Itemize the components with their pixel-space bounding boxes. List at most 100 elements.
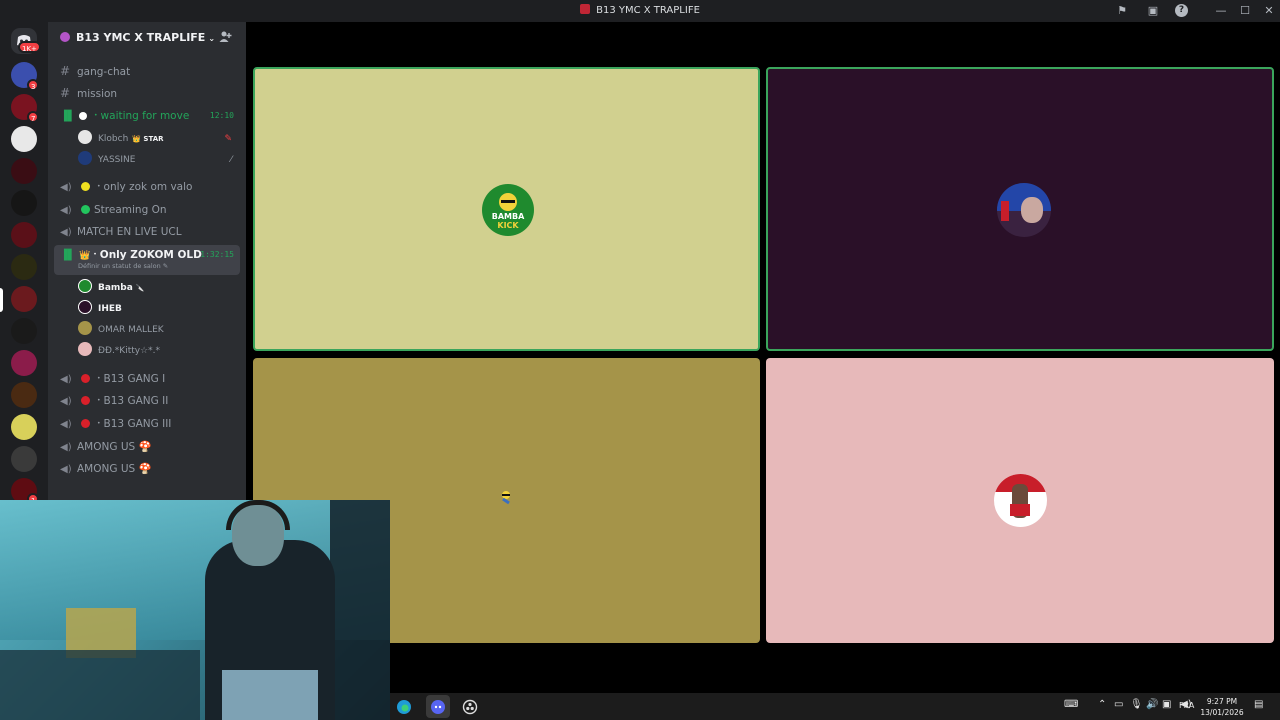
participant-avatar [994,474,1047,527]
voice-channel-gang2[interactable]: ◀) • B13 GANG II [54,391,240,411]
voice-channel-match[interactable]: ◀) MATCH EN LIVE UCL [54,222,240,242]
server-icon-11[interactable] [11,414,37,440]
status-dot [79,112,87,120]
voice-active-icon: ▐▌ [60,250,76,261]
clock-time: 9:27 PM [1206,697,1238,706]
voice-channel-zokom-selected[interactable]: ▐▌ 👑 • Only ZOKOM OLD 1:32:15 Définir un st… [54,245,240,275]
voice-channel-valo[interactable]: ◀) • only zok om valo [54,177,240,197]
voice-member[interactable]: ÐÐ.*Kitty☆*.* [78,341,238,361]
voice-channel-among1[interactable]: ◀) AMONG US 🍄 [54,437,240,457]
svg-text:KICK: KICK [497,221,519,230]
server-icon-12[interactable] [11,446,37,472]
status-dot [81,396,90,405]
selected-server-indicator [0,288,3,312]
voice-member[interactable]: Bamba 🔪 [78,278,238,298]
volume-icon[interactable]: 🔊 [1146,699,1158,710]
server-header[interactable]: B13 YMC X TRAPLIFE ⌄ [48,22,246,52]
screen-icon[interactable]: ▣ [1162,699,1171,710]
flag-icon[interactable]: ⚑ [1114,3,1130,19]
deafened-icon: ✎ [224,134,232,144]
video-tile-1[interactable]: BAMBA KICK [253,67,760,351]
participant-avatar: BAMBA KICK [482,184,534,236]
separator-dot: • [94,112,98,119]
voice-channel-among2[interactable]: ◀) AMONG US 🍄 [54,459,240,479]
server-icon-8[interactable] [11,318,37,344]
server-icon-current[interactable] [11,286,37,312]
clock[interactable]: 9:27 PM 13/01/2026 [1200,696,1244,718]
voice-member[interactable]: YASSINE ⁄ [78,150,238,170]
avatar [78,151,92,165]
server-icon [580,4,591,14]
edge-icon[interactable] [392,695,416,718]
avatar [78,300,92,314]
status-dot [81,182,90,191]
chevron-down-icon: ⌄ [208,34,216,43]
clock-date: 13/01/2026 [1200,708,1244,717]
maximize-icon[interactable]: ☐ [1237,3,1253,19]
avatar [78,321,92,335]
speaker-icon: ◀) [60,182,72,193]
voice-active-icon: ▐▌ [60,111,76,122]
video-tile-4[interactable] [766,358,1274,643]
participant-avatar [497,487,515,505]
hash-icon: # [60,64,71,78]
language-indicator[interactable]: FRA [1179,701,1194,710]
status-dot [81,419,90,428]
svg-text:BAMBA: BAMBA [492,212,525,221]
title-bar: B13 YMC X TRAPLIFE ⚑ ▣ ? — ☐ ✕ [0,0,1280,22]
text-channel-gang-chat[interactable]: # gang-chat [54,61,240,81]
screen-share-icon[interactable]: ▣ [1145,3,1161,19]
discord-icon[interactable] [426,695,450,718]
minimize-icon[interactable]: — [1213,3,1229,19]
window-title: B13 YMC X TRAPLIFE [0,4,1280,16]
server-icon-4[interactable] [11,158,37,184]
avatar [78,279,92,293]
server-icon-5[interactable] [11,190,37,216]
voice-member[interactable]: IHEB [78,299,238,319]
taskbar: ⌨ ⌃ ▭ 🎙 🔊 ▣ ◀) FRA ▤ [390,693,1280,720]
unread-badge: 1K+ [18,41,41,53]
notifications-icon[interactable]: ▤ [1254,699,1263,710]
close-icon[interactable]: ✕ [1261,3,1277,19]
avatar [78,342,92,356]
speaker-icon: ◀) [60,442,72,453]
speaker-icon: ◀) [60,374,72,385]
speaker-icon: ◀) [60,464,72,475]
status-dot [81,205,90,214]
server-icon-9[interactable] [11,350,37,376]
video-tile-2[interactable] [766,67,1274,351]
invite-people-icon[interactable] [218,30,232,44]
network-icon[interactable]: ▭ [1114,699,1123,710]
crown-icon: 👑 [79,251,91,261]
voice-channel-gang1[interactable]: ◀) • B13 GANG I [54,369,240,389]
status-dot [81,374,90,383]
channel-sidebar: B13 YMC X TRAPLIFE ⌄ # gang-chat # mission … [48,22,246,500]
help-icon[interactable]: ? [1175,4,1188,17]
webcam-overlay [0,500,390,720]
participant-avatar [997,183,1051,237]
voice-member[interactable]: OMAR MALLEK [78,320,238,340]
voice-member[interactable]: Klobch 👑 STAR ✎ [78,129,238,149]
obs-icon[interactable] [458,695,482,718]
unread-badge: 3 [27,79,40,91]
speaker-icon: ◀) [60,419,72,430]
server-icon-10[interactable] [11,382,37,408]
voice-timer: 12:10 [209,111,234,120]
voice-timer: 1:32:15 [200,250,234,259]
voice-channel-waiting[interactable]: ▐▌ • waiting for move 12:10 [54,106,240,126]
channel-status-hint[interactable]: Définir un statut de salon ✎ [78,261,168,271]
chevron-up-icon[interactable]: ⌃ [1098,699,1106,710]
hash-icon: # [60,86,71,100]
avatar [78,130,92,144]
server-icon-7[interactable] [11,254,37,280]
microphone-icon[interactable]: 🎙 [1130,699,1143,710]
keyboard-icon[interactable]: ⌨ [1064,699,1078,710]
server-rail: 1K+ 3 7 1 [0,22,48,505]
server-icon-3[interactable] [11,126,37,152]
muted-icon: ⁄ [230,155,232,165]
server-icon [60,32,70,42]
voice-channel-streaming[interactable]: ◀) Streaming On [54,200,240,220]
voice-channel-gang3[interactable]: ◀) • B13 GANG III [54,414,240,434]
server-icon-6[interactable] [11,222,37,248]
text-channel-mission[interactable]: # mission [54,83,240,103]
